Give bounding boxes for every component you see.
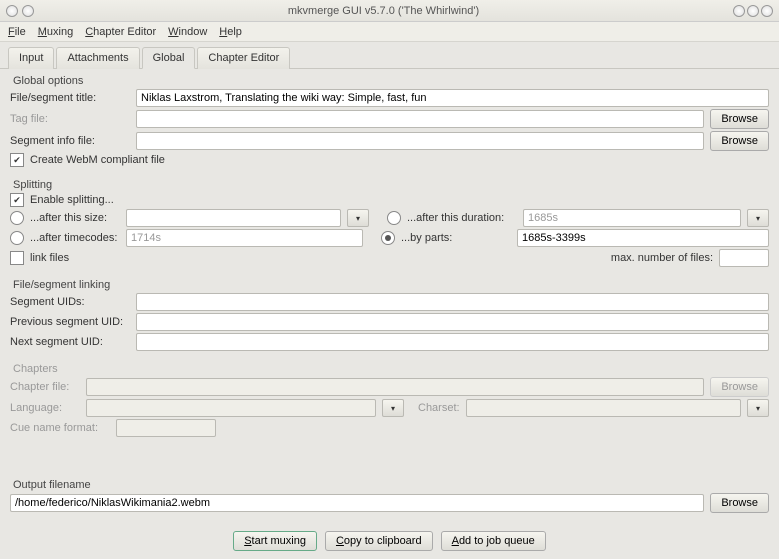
link-files-label: link files [30,252,69,264]
chapter-file-label: Chapter file: [10,381,80,393]
after-size-input[interactable] [126,209,341,227]
segment-info-browse-button[interactable]: Browse [710,131,769,151]
linking-legend: File/segment linking [10,279,113,291]
cue-name-label: Cue name format: [10,422,110,434]
after-duration-input[interactable] [523,209,741,227]
titlebar-left-icons [6,5,34,17]
linking-group: File/segment linking Segment UIDs: Previ… [10,279,769,357]
chapters-group: Chapters Chapter file: Browse Language: … [10,363,769,443]
segment-uids-input[interactable] [136,293,769,311]
tab-content: Global options File/segment title: Tag f… [0,69,779,559]
app-icon-1 [6,5,18,17]
titlebar: mkvmerge GUI v5.7.0 ('The Whirlwind') [0,0,779,22]
app-icon-2 [22,5,34,17]
prev-uid-label: Previous segment UID: [10,316,130,328]
output-filename-input[interactable] [10,494,704,512]
window-controls [733,5,773,17]
create-webm-checkbox[interactable] [10,153,24,167]
tag-file-browse-button[interactable]: Browse [710,109,769,129]
chapter-file-input [86,378,704,396]
copy-clipboard-button[interactable]: Copy to clipboard [325,531,433,551]
menubar: File Muxing Chapter Editor Window Help [0,22,779,42]
language-label: Language: [10,402,80,414]
menu-file[interactable]: File [8,26,26,38]
after-duration-dropdown[interactable]: ▾ [747,209,769,227]
after-timecodes-radio[interactable] [10,231,24,245]
tab-input[interactable]: Input [8,47,54,69]
after-timecodes-label: ...after timecodes: [30,232,120,244]
global-options-group: Global options File/segment title: Tag f… [10,75,769,173]
tag-file-input[interactable] [136,110,704,128]
by-parts-input[interactable] [517,229,769,247]
after-timecodes-input[interactable] [126,229,363,247]
after-size-label: ...after this size: [30,212,120,224]
maximize-icon[interactable] [747,5,759,17]
menu-window[interactable]: Window [168,26,207,38]
start-muxing-button[interactable]: Start muxing [233,531,317,551]
output-legend: Output filename [10,479,94,491]
tab-chapter-editor[interactable]: Chapter Editor [197,47,290,69]
after-duration-radio[interactable] [387,211,401,225]
tag-file-label: Tag file: [10,113,130,125]
segment-info-label: Segment info file: [10,135,130,147]
splitting-group: Splitting Enable splitting... ...after t… [10,179,769,273]
charset-dropdown: ▾ [747,399,769,417]
after-duration-label: ...after this duration: [407,212,517,224]
charset-input [466,399,741,417]
cue-name-input [116,419,216,437]
output-group: Output filename Browse [10,479,769,519]
language-input [86,399,376,417]
segment-info-input[interactable] [136,132,704,150]
global-options-legend: Global options [10,75,86,87]
next-uid-label: Next segment UID: [10,336,130,348]
chapters-legend: Chapters [10,363,61,375]
after-size-dropdown[interactable]: ▾ [347,209,369,227]
close-icon[interactable] [761,5,773,17]
by-parts-label: ...by parts: [401,232,511,244]
minimize-icon[interactable] [733,5,745,17]
output-browse-button[interactable]: Browse [710,493,769,513]
by-parts-radio[interactable] [381,231,395,245]
enable-splitting-label: Enable splitting... [30,194,114,206]
chapter-file-browse-button: Browse [710,377,769,397]
language-dropdown: ▾ [382,399,404,417]
window-title: mkvmerge GUI v5.7.0 ('The Whirlwind') [34,5,733,17]
charset-label: Charset: [418,402,460,414]
tab-global[interactable]: Global [142,47,196,69]
prev-uid-input[interactable] [136,313,769,331]
tab-attachments[interactable]: Attachments [56,47,139,69]
tab-bar: Input Attachments Global Chapter Editor [0,42,779,69]
link-files-checkbox[interactable] [10,251,24,265]
next-uid-input[interactable] [136,333,769,351]
splitting-legend: Splitting [10,179,55,191]
bottom-buttons: Start muxing Copy to clipboard Add to jo… [10,525,769,553]
segment-uids-label: Segment UIDs: [10,296,130,308]
enable-splitting-checkbox[interactable] [10,193,24,207]
max-files-label: max. number of files: [611,252,713,264]
after-size-radio[interactable] [10,211,24,225]
file-segment-title-input[interactable] [136,89,769,107]
max-files-input[interactable] [719,249,769,267]
menu-muxing[interactable]: Muxing [38,26,73,38]
menu-chapter-editor[interactable]: Chapter Editor [85,26,156,38]
menu-help[interactable]: Help [219,26,242,38]
file-segment-title-label: File/segment title: [10,92,130,104]
create-webm-label: Create WebM compliant file [30,154,165,166]
add-queue-button[interactable]: Add to job queue [441,531,546,551]
